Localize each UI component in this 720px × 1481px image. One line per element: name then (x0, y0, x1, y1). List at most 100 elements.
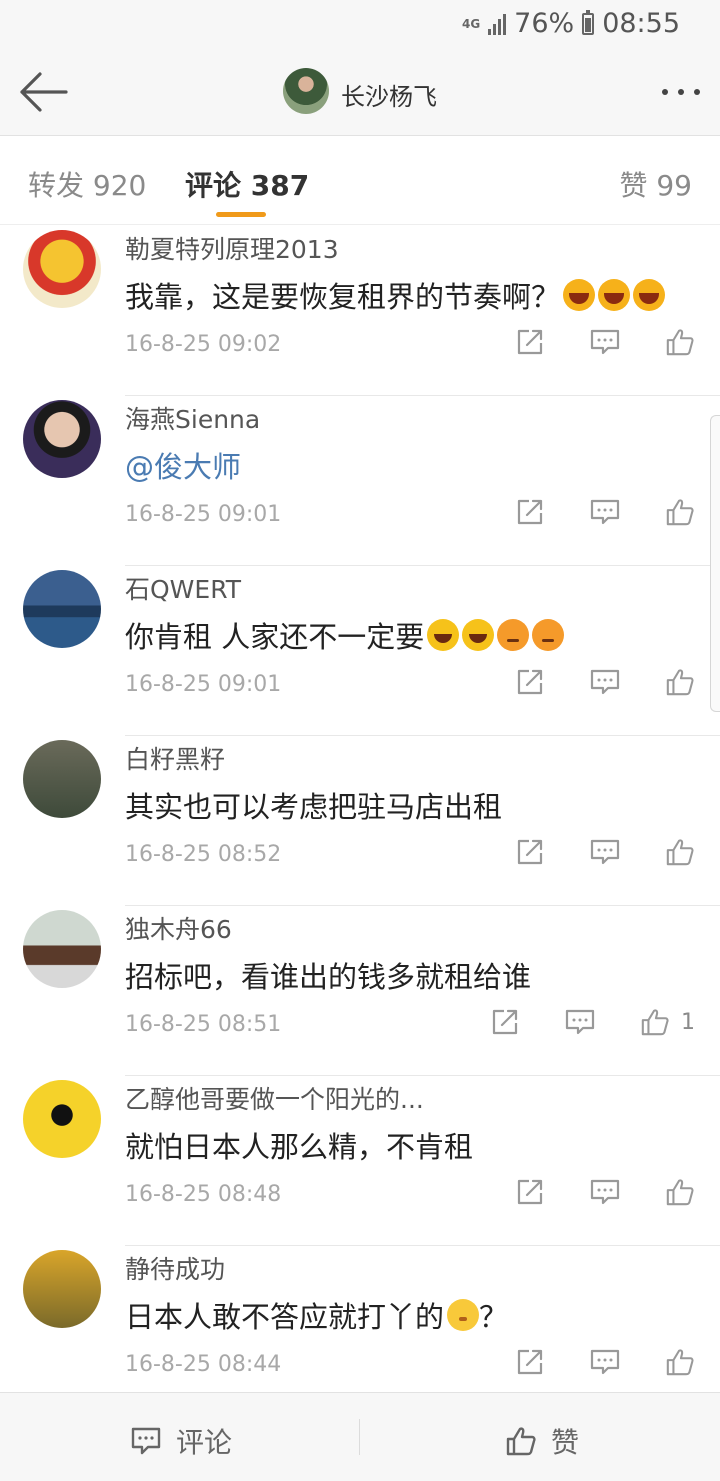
reply-icon[interactable] (590, 497, 620, 527)
commenter-avatar[interactable] (23, 570, 101, 648)
repost-icon[interactable] (515, 1177, 545, 1207)
network-type: 4G (461, 16, 481, 31)
repost-icon[interactable] (515, 837, 545, 867)
like-icon[interactable] (665, 1347, 695, 1377)
battery-percent: 76% (514, 8, 575, 39)
emoji-laugh-icon (563, 279, 596, 311)
author-avatar[interactable] (283, 68, 329, 114)
mention-link[interactable]: @俊大师 (125, 450, 241, 484)
repost-icon[interactable] (490, 1007, 520, 1037)
comment-timestamp: 16-8-25 08:51 (125, 1012, 282, 1037)
comment-text: 招标吧，看谁出的钱多就租给谁 (125, 954, 531, 996)
status-indicators: 4G 76% 08:55 (462, 8, 680, 39)
bottom-bar: 评论 赞 (0, 1392, 720, 1481)
tab-likes[interactable]: 赞 99 (619, 164, 692, 204)
comment-actions: 1 (490, 1007, 695, 1037)
emoji-sad-icon (532, 619, 565, 651)
battery-icon (582, 9, 595, 35)
reply-icon[interactable] (590, 667, 620, 697)
comment-actions (515, 327, 695, 357)
emoji-sad-icon (497, 619, 530, 651)
repost-icon[interactable] (515, 667, 545, 697)
comment-body: 招标吧，看谁出的钱多就租给谁 (125, 960, 532, 994)
comment-item[interactable]: 石QWERT 你肯租 人家还不一定要 16-8-25 09:01 (0, 566, 720, 736)
comment-body: 其实也可以考虑把驻马店出租 (125, 790, 503, 824)
comment-timestamp: 16-8-25 08:52 (125, 842, 282, 867)
bottom-divider (359, 1419, 360, 1455)
emoji-laugh-icon (633, 279, 666, 311)
like-button[interactable]: 赞 (505, 1421, 579, 1461)
commenter-name[interactable]: 静待成功 (125, 1250, 225, 1286)
comment-actions (515, 667, 695, 697)
comment-text: 日本人敢不答应就打丫的 ？ (125, 1294, 508, 1336)
comment-item[interactable]: 静待成功日本人敢不答应就打丫的 ？ 16-8-25 08:44 (0, 1246, 720, 1416)
comment-item[interactable]: 海燕Sienna @俊大师 16-8-25 09:01 (0, 396, 720, 566)
like-icon[interactable] (665, 837, 695, 867)
comment-timestamp: 16-8-25 09:01 (125, 672, 282, 697)
commenter-name[interactable]: 乙醇他哥要做一个阳光的... (125, 1080, 424, 1116)
commenter-avatar[interactable] (23, 1250, 101, 1328)
comment-timestamp: 16-8-25 08:44 (125, 1352, 282, 1377)
reply-icon[interactable] (590, 1347, 620, 1377)
like-button-label: 赞 (551, 1426, 580, 1459)
commenter-avatar[interactable] (23, 1080, 101, 1158)
reply-icon[interactable] (590, 1177, 620, 1207)
more-options-icon[interactable] (650, 80, 700, 104)
comment-body: 就怕日本人那么精，不肯租 (125, 1130, 474, 1164)
like-icon[interactable] (665, 497, 695, 527)
back-arrow-icon[interactable] (18, 70, 68, 114)
comment-body: 你肯租 人家还不一定要 (125, 620, 425, 654)
emoji-shy-icon (447, 1299, 480, 1331)
comment-item[interactable]: 勒夏特列原理2013 我靠，这是要恢复租界的节奏啊？ 16-8-25 09:02 (0, 226, 720, 396)
comment-text: 其实也可以考虑把驻马店出租 (125, 784, 502, 826)
reply-icon[interactable] (590, 327, 620, 357)
tab-reposts[interactable]: 转发 920 (28, 164, 146, 204)
comment-text: 就怕日本人那么精，不肯租 (125, 1124, 473, 1166)
comment-item[interactable]: 独木舟66 招标吧，看谁出的钱多就租给谁 16-8-25 08:51 1 (0, 906, 720, 1076)
like-icon[interactable] (665, 1177, 695, 1207)
comment-button[interactable]: 评论 (130, 1421, 232, 1461)
comment-body: 我靠，这是要恢复租界的节奏啊？ (125, 280, 561, 314)
scroll-edge-panel (710, 415, 720, 712)
page-title[interactable]: 长沙杨飞 (341, 77, 437, 112)
comment-text: 我靠，这是要恢复租界的节奏啊？ (125, 274, 666, 316)
comment-actions (515, 1177, 695, 1207)
like-count: 1 (681, 1009, 695, 1035)
active-tab-indicator (216, 212, 266, 217)
comment-text: 你肯租 人家还不一定要 (125, 614, 565, 656)
commenter-name[interactable]: 勒夏特列原理2013 (125, 230, 339, 266)
commenter-name[interactable]: 石QWERT (125, 570, 241, 606)
like-icon[interactable] (665, 667, 695, 697)
comment-actions (515, 1347, 695, 1377)
repost-icon[interactable] (515, 497, 545, 527)
commenter-avatar[interactable] (23, 400, 101, 478)
reply-icon[interactable] (565, 1007, 595, 1037)
thumbs-up-icon (506, 1427, 536, 1456)
like-icon[interactable] (665, 327, 695, 357)
comment-item[interactable]: 白籽黑籽其实也可以考虑把驻马店出租 16-8-25 08:52 (0, 736, 720, 906)
comment-timestamp: 16-8-25 09:02 (125, 332, 282, 357)
signal-icon (488, 13, 507, 35)
reply-icon[interactable] (590, 837, 620, 867)
commenter-name[interactable]: 白籽黑籽 (125, 740, 225, 776)
comment-actions (515, 497, 695, 527)
comment-timestamp: 16-8-25 08:48 (125, 1182, 282, 1207)
commenter-name[interactable]: 独木舟66 (125, 910, 232, 946)
comment-body: 日本人敢不答应就打丫的 (125, 1300, 445, 1334)
comment-text: @俊大师 (125, 444, 241, 486)
like-icon[interactable] (640, 1007, 670, 1037)
emoji-tears-icon (427, 619, 460, 651)
tab-comments[interactable]: 评论 387 (185, 164, 309, 204)
comment-item[interactable]: 乙醇他哥要做一个阳光的... 就怕日本人那么精，不肯租 16-8-25 08:48 (0, 1076, 720, 1246)
repost-icon[interactable] (515, 327, 545, 357)
commenter-avatar[interactable] (23, 910, 101, 988)
emoji-tears-icon (462, 619, 495, 651)
tab-bar: 转发 920 评论 387 赞 99 (0, 136, 720, 225)
repost-icon[interactable] (515, 1347, 545, 1377)
commenter-avatar[interactable] (23, 740, 101, 818)
comment-actions (515, 837, 695, 867)
commenter-name[interactable]: 海燕Sienna (125, 400, 260, 436)
comment-icon (131, 1427, 161, 1455)
commenter-avatar[interactable] (23, 230, 101, 308)
nav-bar: 长沙杨飞 (0, 50, 720, 136)
